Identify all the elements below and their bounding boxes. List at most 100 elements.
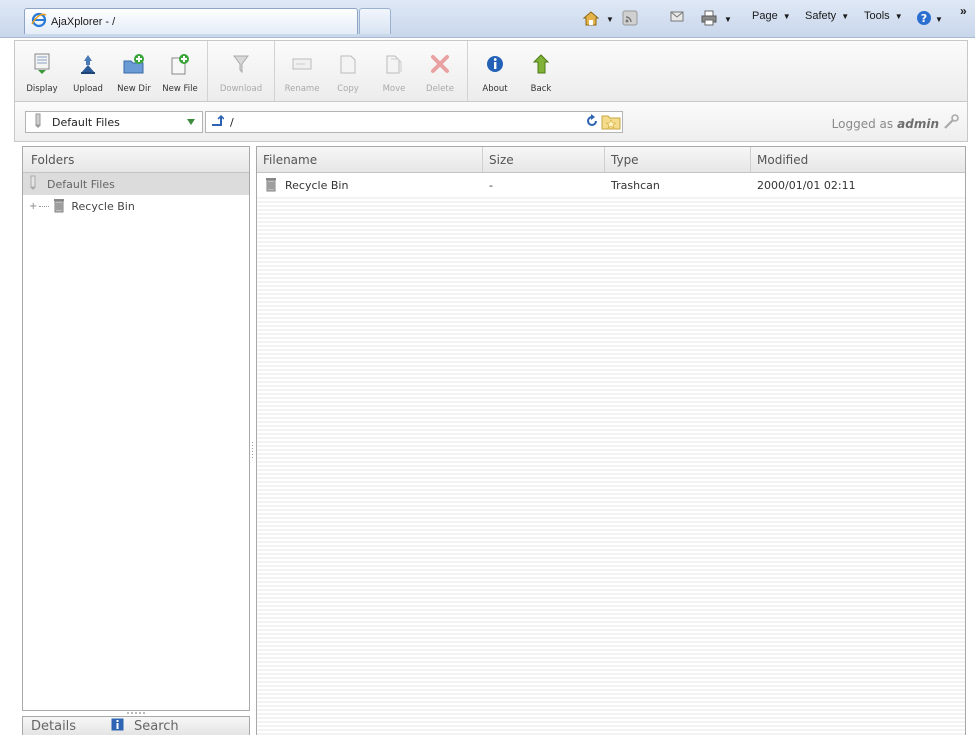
cell-type: Trashcan — [611, 178, 660, 192]
download-button[interactable]: Download — [218, 41, 264, 101]
rename-icon — [291, 53, 313, 78]
display-label: Display — [26, 84, 58, 94]
safety-menu-label: Safety — [805, 10, 837, 22]
path-field[interactable]: / — [205, 111, 623, 133]
tree-connector — [39, 205, 50, 207]
new-file-button[interactable]: New File — [157, 41, 203, 101]
location-bar: Default Files / Logged as admin — [14, 102, 968, 142]
copy-label: Copy — [337, 84, 359, 94]
browser-chrome: AjaXplorer - / ▼ ▼ Page ▼ Safety ▼ Tools… — [0, 0, 975, 38]
trashcan-icon — [265, 176, 277, 195]
chevron-down-icon[interactable] — [182, 114, 200, 130]
tools-menu[interactable]: Tools ▼ — [864, 10, 903, 22]
help-menu[interactable]: ? ▼ — [916, 10, 943, 29]
column-type[interactable]: Type — [605, 147, 751, 172]
copy-icon — [337, 53, 359, 78]
bookmark-folder-icon — [601, 115, 621, 133]
info-icon — [485, 53, 505, 78]
parent-folder-icon[interactable] — [210, 114, 225, 130]
rename-label: Rename — [284, 84, 320, 94]
tree-expand-icon[interactable]: + — [29, 201, 37, 212]
rename-button[interactable]: Rename — [279, 41, 325, 101]
repository-icon — [29, 175, 37, 194]
cell-size: - — [489, 178, 493, 192]
folders-header: Folders — [23, 147, 249, 173]
column-filename[interactable]: Filename — [257, 147, 483, 172]
tree-item-label: Recycle Bin — [71, 199, 135, 213]
username: admin — [897, 116, 939, 131]
new-tab-button[interactable] — [359, 8, 391, 34]
info-tabs: Details Search — [22, 712, 250, 735]
bookmark-button[interactable] — [601, 112, 621, 133]
refresh-icon — [585, 114, 599, 131]
display-button[interactable]: Display — [19, 41, 65, 101]
info-icon — [111, 718, 124, 735]
toolbar-group-edit: Rename Copy Move Delete — [275, 41, 468, 101]
home-button[interactable]: ▼ — [582, 10, 614, 29]
back-button[interactable]: Back — [518, 41, 564, 101]
tab-details[interactable]: Details — [23, 719, 111, 734]
file-name: Recycle Bin — [285, 178, 349, 192]
repository-select[interactable]: Default Files — [25, 111, 203, 133]
display-icon — [33, 53, 51, 78]
new-dir-label: New Dir — [117, 84, 151, 94]
refresh-button[interactable] — [585, 114, 599, 131]
print-button[interactable]: ▼ — [700, 10, 732, 29]
chevron-down-icon: ▼ — [782, 11, 791, 21]
copy-button[interactable]: Copy — [325, 41, 371, 101]
move-icon — [383, 53, 405, 78]
page-menu-label: Page — [752, 10, 778, 22]
tab-search-label: Search — [134, 718, 179, 734]
move-button[interactable]: Move — [371, 41, 417, 101]
chevron-down-icon: ▼ — [935, 15, 943, 24]
path-value: / — [230, 115, 234, 129]
tab-title: AjaXplorer - / — [51, 15, 116, 28]
column-modified[interactable]: Modified — [751, 147, 965, 172]
trashcan-icon — [53, 197, 65, 216]
help-icon: ? — [916, 10, 932, 29]
repository-label: Default Files — [52, 115, 120, 129]
tree-root-label: Default Files — [47, 177, 115, 191]
new-dir-button[interactable]: New Dir — [111, 41, 157, 101]
toolbar-group-transfer: Download — [208, 41, 275, 101]
upload-icon — [78, 53, 98, 78]
delete-icon — [429, 53, 451, 78]
chevron-down-icon: ▼ — [841, 11, 850, 21]
tools-menu-label: Tools — [864, 10, 890, 22]
table-row[interactable]: Recycle Bin - Trashcan 2000/01/01 02:11 — [257, 173, 965, 197]
tree-root-item[interactable]: Default Files — [23, 173, 249, 195]
column-size[interactable]: Size — [483, 147, 605, 172]
tab-details-label: Details — [31, 718, 77, 734]
new-file-label: New File — [162, 84, 198, 94]
home-icon — [582, 10, 600, 29]
wrench-icon[interactable] — [943, 114, 959, 133]
cell-modified: 2000/01/01 02:11 — [757, 178, 856, 192]
feeds-button[interactable] — [622, 10, 638, 29]
chevron-down-icon: ▼ — [606, 15, 614, 24]
tree-item-recycle-bin[interactable]: + Recycle Bin — [23, 195, 249, 217]
safety-menu[interactable]: Safety ▼ — [805, 10, 849, 22]
rss-icon — [622, 10, 638, 29]
toolbar-group-file: Display Upload New Dir New File — [15, 41, 208, 101]
tab-search[interactable]: Search — [111, 718, 179, 735]
chevron-down-icon: ▼ — [894, 11, 903, 21]
download-label: Download — [219, 84, 263, 94]
new-file-icon — [169, 53, 191, 78]
browser-tab[interactable]: AjaXplorer - / — [24, 8, 358, 34]
logged-as-label: Logged as — [831, 116, 894, 131]
folders-panel: Folders Default Files + Recycle Bin — [22, 146, 250, 711]
cell-filename: Recycle Bin — [257, 173, 483, 197]
about-button[interactable]: About — [472, 41, 518, 101]
page-menu[interactable]: Page ▼ — [752, 10, 791, 22]
more-commands-button[interactable]: » — [960, 4, 967, 18]
delete-button[interactable]: Delete — [417, 41, 463, 101]
repository-icon — [34, 113, 42, 132]
upload-label: Upload — [73, 84, 103, 94]
upload-button[interactable]: Upload — [65, 41, 111, 101]
download-icon — [231, 53, 251, 78]
pane-resize-handle[interactable] — [127, 712, 145, 714]
chevron-down-icon: ▼ — [724, 15, 732, 24]
mail-button[interactable] — [670, 10, 684, 25]
file-list-header: Filename Size Type Modified — [257, 147, 965, 173]
delete-label: Delete — [426, 84, 454, 94]
